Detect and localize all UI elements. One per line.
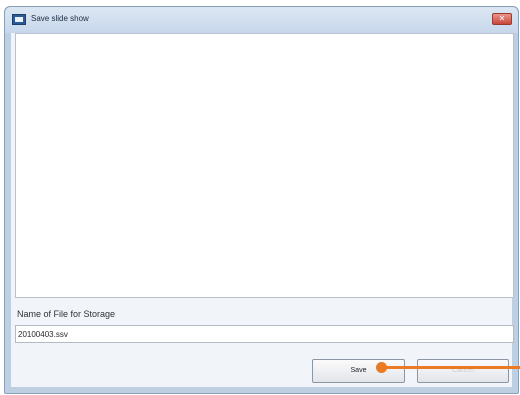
storage-filename-label: Name of File for Storage [17,309,116,319]
save-slide-show-dialog: Save slide show ✕ Name of File for Stora… [4,6,519,394]
slide-list-area[interactable] [15,33,514,298]
cancel-button[interactable]: Cancel [417,359,509,383]
window-icon [12,14,26,25]
callout-pointer-dot [376,362,387,373]
callout-pointer-line [383,366,520,369]
title-bar: Save slide show ✕ [5,7,518,33]
storage-filename-input[interactable] [15,325,514,343]
close-icon[interactable]: ✕ [492,13,512,25]
dialog-body: Name of File for Storage Save Cancel [11,33,514,387]
window-title: Save slide show [31,14,89,23]
save-button[interactable]: Save [312,359,405,383]
